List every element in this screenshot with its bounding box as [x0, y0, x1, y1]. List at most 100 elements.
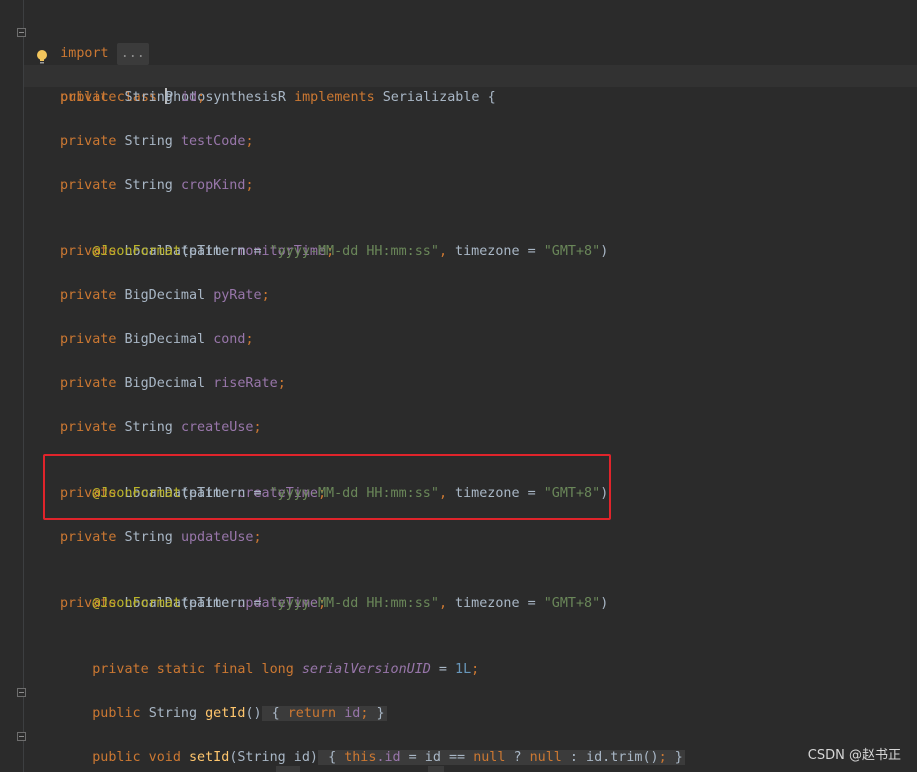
field-name: riseRate	[213, 376, 278, 391]
watermark: CSDN @赵书正	[807, 748, 901, 763]
field-name: cond	[213, 332, 246, 347]
brace: {	[328, 750, 337, 765]
keyword: private	[60, 90, 117, 105]
type-name: String	[148, 706, 198, 721]
semicolon: ;	[360, 706, 369, 721]
keyword: private	[60, 288, 117, 303]
number-literal: 1L	[455, 662, 472, 677]
keyword: null	[529, 750, 562, 765]
fold-getter-icon[interactable]	[17, 688, 26, 697]
code-line-import[interactable]: import ...	[28, 21, 149, 65]
field-name: id	[180, 90, 198, 105]
fold-import-icon[interactable]	[17, 28, 26, 37]
annotation-arg: (pattern =	[180, 244, 270, 259]
gutter-divider	[23, 0, 24, 772]
expression: = id ==	[400, 750, 474, 765]
keyword: private	[60, 332, 117, 347]
parens: ()	[245, 706, 262, 721]
code-line-field[interactable]: private String cropKind;	[60, 175, 254, 197]
keyword: public	[92, 706, 141, 721]
semicolon: ;	[277, 376, 286, 391]
code-line-class-declaration[interactable]: public class PhotosynthesisR implements …	[28, 65, 496, 105]
comma: ,	[438, 244, 447, 259]
field-name: pyRate	[213, 288, 262, 303]
keyword: this	[344, 750, 377, 765]
operator: ?	[505, 750, 530, 765]
operator: =	[430, 662, 456, 677]
brace: {	[271, 706, 280, 721]
code-line-field[interactable]: private String id;	[60, 87, 205, 109]
type-name: BigDecimal	[124, 376, 206, 391]
type-name: String	[124, 178, 173, 193]
semicolon: ;	[253, 420, 262, 435]
string-literal: "yyyy-MM-dd HH:mm:ss"	[269, 596, 439, 611]
code-line-serial-version[interactable]: private static final long serialVersionU…	[60, 637, 479, 677]
brace: }	[376, 706, 385, 721]
string-literal: "GMT+8"	[543, 596, 601, 611]
keyword: implements	[294, 90, 375, 105]
type-name: String	[124, 90, 173, 105]
constant-name: serialVersionUID	[301, 662, 431, 677]
annotation-arg: timezone =	[447, 244, 544, 259]
type-name: String	[124, 420, 173, 435]
semicolon: ;	[245, 134, 254, 149]
keyword: private	[60, 134, 117, 149]
field-name: testCode	[180, 134, 246, 149]
keyword: private	[60, 420, 117, 435]
method-name: getId	[205, 706, 246, 721]
code-editor[interactable]: import ... public class PhotosynthesisR …	[0, 0, 917, 772]
code-line-field[interactable]: private String createUse;	[60, 417, 262, 439]
type-name: BigDecimal	[124, 332, 206, 347]
field-ref: id	[344, 706, 361, 721]
type-name: String	[124, 134, 173, 149]
code-line-getter[interactable]: public String getId() { return id; }	[60, 681, 387, 721]
semicolon: ;	[245, 332, 254, 347]
field-name: cropKind	[180, 178, 246, 193]
code-line-field[interactable]: private String updateUse;	[60, 527, 262, 549]
keyword: private	[60, 530, 117, 545]
field-ref: .id	[376, 750, 401, 765]
keyword: public void	[92, 750, 181, 765]
fold-setter-icon[interactable]	[17, 732, 26, 741]
annotation-arg: timezone =	[447, 596, 544, 611]
keyword: private	[60, 376, 117, 391]
keyword: private	[60, 178, 117, 193]
annotation-arg: (pattern =	[180, 596, 270, 611]
string-literal: "GMT+8"	[543, 244, 601, 259]
highlight-annotation-box	[43, 454, 611, 520]
expression: : id.trim()	[561, 750, 659, 765]
code-line-field[interactable]: private String testCode;	[60, 131, 254, 153]
field-name: updateUse	[180, 530, 254, 545]
keyword: null	[473, 750, 506, 765]
brace: {	[487, 90, 496, 105]
keyword: import	[60, 46, 109, 61]
paren: )	[600, 596, 609, 611]
semicolon: ;	[245, 178, 254, 193]
code-line-setter[interactable]: public void setId(String id) { this.id =…	[60, 725, 685, 765]
semicolon: ;	[471, 662, 480, 677]
params: (String id)	[229, 750, 318, 765]
semicolon: ;	[658, 750, 667, 765]
code-line-field[interactable]: private BigDecimal pyRate;	[60, 285, 270, 307]
keyword: private static final long	[92, 662, 294, 677]
semicolon: ;	[197, 90, 206, 105]
paren: )	[600, 244, 609, 259]
type-name: String	[124, 530, 173, 545]
folded-imports[interactable]: ...	[116, 43, 149, 65]
interface-name: Serializable	[382, 90, 480, 105]
comma: ,	[438, 596, 447, 611]
folded-region-marker	[428, 766, 444, 772]
code-line-field[interactable]: private BigDecimal cond;	[60, 329, 254, 351]
annotation-name: @JsonFormat	[92, 596, 181, 611]
type-name: BigDecimal	[124, 288, 206, 303]
code-line-annotation[interactable]: @JsonFormat(pattern = "yyyy-MM-dd HH:mm:…	[60, 219, 608, 259]
field-name: createUse	[180, 420, 254, 435]
brace: }	[674, 750, 683, 765]
keyword: return	[287, 706, 337, 721]
code-line-field[interactable]: private BigDecimal riseRate;	[60, 373, 286, 395]
semicolon: ;	[253, 530, 262, 545]
code-line-annotation[interactable]: @JsonFormat(pattern = "yyyy-MM-dd HH:mm:…	[60, 571, 608, 611]
semicolon: ;	[261, 288, 270, 303]
annotation-name: @JsonFormat	[92, 244, 181, 259]
method-name: setId	[189, 750, 230, 765]
